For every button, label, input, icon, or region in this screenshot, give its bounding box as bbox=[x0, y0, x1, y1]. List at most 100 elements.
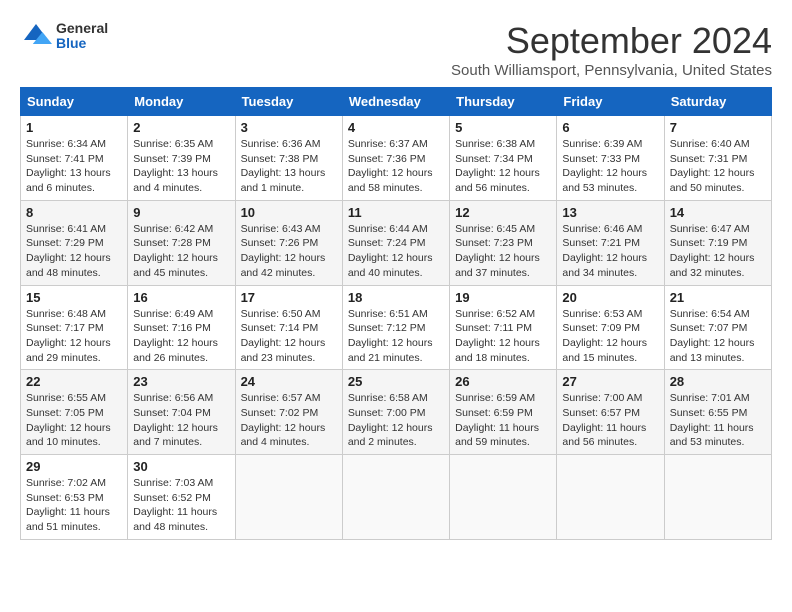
table-row: 1 Sunrise: 6:34 AMSunset: 7:41 PMDaylight… bbox=[21, 116, 128, 201]
day-number: 3 bbox=[241, 120, 337, 135]
day-number: 25 bbox=[348, 374, 444, 389]
calendar-week-4: 22Sunrise: 6:55 AMSunset: 7:05 PMDayligh… bbox=[21, 370, 772, 455]
col-monday: Monday bbox=[128, 88, 235, 116]
day-number: 29 bbox=[26, 459, 122, 474]
day-info: Sunrise: 6:58 AMSunset: 7:00 PMDaylight:… bbox=[348, 391, 444, 450]
day-info: Sunrise: 6:59 AMSunset: 6:59 PMDaylight:… bbox=[455, 391, 551, 450]
day-info: Sunrise: 6:42 AMSunset: 7:28 PMDaylight:… bbox=[133, 222, 229, 281]
col-wednesday: Wednesday bbox=[342, 88, 449, 116]
table-row bbox=[342, 455, 449, 540]
day-number: 24 bbox=[241, 374, 337, 389]
table-row: 15Sunrise: 6:48 AMSunset: 7:17 PMDayligh… bbox=[21, 285, 128, 370]
day-info: Sunrise: 7:02 AMSunset: 6:53 PMDaylight:… bbox=[26, 476, 122, 535]
day-number: 11 bbox=[348, 205, 444, 220]
calendar-week-1: 1 Sunrise: 6:34 AMSunset: 7:41 PMDaylight… bbox=[21, 116, 772, 201]
calendar-week-2: 8 Sunrise: 6:41 AMSunset: 7:29 PMDaylight… bbox=[21, 200, 772, 285]
table-row: 26 Sunrise: 6:59 AMSunset: 6:59 PMDayligh… bbox=[450, 370, 557, 455]
day-info: Sunrise: 6:39 AMSunset: 7:33 PMDaylight:… bbox=[562, 137, 658, 196]
day-number: 8 bbox=[26, 205, 122, 220]
day-info: Sunrise: 6:53 AMSunset: 7:09 PMDaylight:… bbox=[562, 307, 658, 366]
day-info: Sunrise: 6:54 AMSunset: 7:07 PMDaylight:… bbox=[670, 307, 766, 366]
title-area: September 2024 South Williamsport, Penns… bbox=[451, 20, 772, 79]
logo-icon bbox=[20, 20, 52, 52]
day-info: Sunrise: 6:43 AMSunset: 7:26 PMDaylight:… bbox=[241, 222, 337, 281]
day-number: 5 bbox=[455, 120, 551, 135]
table-row bbox=[450, 455, 557, 540]
table-row: 14 Sunrise: 6:47 AMSunset: 7:19 PMDayligh… bbox=[664, 200, 771, 285]
table-row: 20 Sunrise: 6:53 AMSunset: 7:09 PMDayligh… bbox=[557, 285, 664, 370]
day-info: Sunrise: 6:38 AMSunset: 7:34 PMDaylight:… bbox=[455, 137, 551, 196]
table-row: 18Sunrise: 6:51 AMSunset: 7:12 PMDayligh… bbox=[342, 285, 449, 370]
day-info: Sunrise: 7:01 AMSunset: 6:55 PMDaylight:… bbox=[670, 391, 766, 450]
day-number: 12 bbox=[455, 205, 551, 220]
day-number: 4 bbox=[348, 120, 444, 135]
logo-blue: Blue bbox=[56, 36, 108, 51]
table-row: 13 Sunrise: 6:46 AMSunset: 7:21 PMDayligh… bbox=[557, 200, 664, 285]
day-info: Sunrise: 6:55 AMSunset: 7:05 PMDaylight:… bbox=[26, 391, 122, 450]
day-info: Sunrise: 6:35 AMSunset: 7:39 PMDaylight:… bbox=[133, 137, 229, 196]
day-info: Sunrise: 6:48 AMSunset: 7:17 PMDaylight:… bbox=[26, 307, 122, 366]
day-info: Sunrise: 6:49 AMSunset: 7:16 PMDaylight:… bbox=[133, 307, 229, 366]
day-number: 30 bbox=[133, 459, 229, 474]
table-row: 29 Sunrise: 7:02 AMSunset: 6:53 PMDayligh… bbox=[21, 455, 128, 540]
table-row: 21 Sunrise: 6:54 AMSunset: 7:07 PMDayligh… bbox=[664, 285, 771, 370]
table-row: 6Sunrise: 6:39 AMSunset: 7:33 PMDaylight… bbox=[557, 116, 664, 201]
col-saturday: Saturday bbox=[664, 88, 771, 116]
day-number: 13 bbox=[562, 205, 658, 220]
table-row: 11 Sunrise: 6:44 AMSunset: 7:24 PMDayligh… bbox=[342, 200, 449, 285]
col-sunday: Sunday bbox=[21, 88, 128, 116]
table-row bbox=[664, 455, 771, 540]
calendar-week-5: 29 Sunrise: 7:02 AMSunset: 6:53 PMDayligh… bbox=[21, 455, 772, 540]
day-number: 17 bbox=[241, 290, 337, 305]
col-tuesday: Tuesday bbox=[235, 88, 342, 116]
table-row: 27 Sunrise: 7:00 AMSunset: 6:57 PMDayligh… bbox=[557, 370, 664, 455]
day-number: 10 bbox=[241, 205, 337, 220]
day-number: 14 bbox=[670, 205, 766, 220]
day-number: 26 bbox=[455, 374, 551, 389]
day-number: 7 bbox=[670, 120, 766, 135]
day-number: 28 bbox=[670, 374, 766, 389]
day-number: 18 bbox=[348, 290, 444, 305]
table-row: 12 Sunrise: 6:45 AMSunset: 7:23 PMDayligh… bbox=[450, 200, 557, 285]
day-info: Sunrise: 6:47 AMSunset: 7:19 PMDaylight:… bbox=[670, 222, 766, 281]
table-row: 5 Sunrise: 6:38 AMSunset: 7:34 PMDaylight… bbox=[450, 116, 557, 201]
day-number: 27 bbox=[562, 374, 658, 389]
table-row: 24Sunrise: 6:57 AMSunset: 7:02 PMDayligh… bbox=[235, 370, 342, 455]
calendar: Sunday Monday Tuesday Wednesday Thursday… bbox=[20, 87, 772, 540]
logo-text: General Blue bbox=[56, 21, 108, 52]
day-info: Sunrise: 6:34 AMSunset: 7:41 PMDaylight:… bbox=[26, 137, 122, 196]
logo: General Blue bbox=[20, 20, 108, 52]
day-info: Sunrise: 6:45 AMSunset: 7:23 PMDaylight:… bbox=[455, 222, 551, 281]
day-info: Sunrise: 6:46 AMSunset: 7:21 PMDaylight:… bbox=[562, 222, 658, 281]
table-row: 8 Sunrise: 6:41 AMSunset: 7:29 PMDaylight… bbox=[21, 200, 128, 285]
table-row bbox=[557, 455, 664, 540]
day-number: 19 bbox=[455, 290, 551, 305]
header: General Blue September 2024 South Willia… bbox=[20, 20, 772, 79]
table-row: 17Sunrise: 6:50 AMSunset: 7:14 PMDayligh… bbox=[235, 285, 342, 370]
day-number: 2 bbox=[133, 120, 229, 135]
table-row bbox=[235, 455, 342, 540]
day-info: Sunrise: 6:52 AMSunset: 7:11 PMDaylight:… bbox=[455, 307, 551, 366]
table-row: 25 Sunrise: 6:58 AMSunset: 7:00 PMDayligh… bbox=[342, 370, 449, 455]
day-number: 9 bbox=[133, 205, 229, 220]
day-number: 20 bbox=[562, 290, 658, 305]
day-info: Sunrise: 7:00 AMSunset: 6:57 PMDaylight:… bbox=[562, 391, 658, 450]
day-info: Sunrise: 6:37 AMSunset: 7:36 PMDaylight:… bbox=[348, 137, 444, 196]
month-title: September 2024 bbox=[451, 20, 772, 62]
day-number: 21 bbox=[670, 290, 766, 305]
subtitle: South Williamsport, Pennsylvania, United… bbox=[451, 62, 772, 79]
day-number: 23 bbox=[133, 374, 229, 389]
table-row: 4 Sunrise: 6:37 AMSunset: 7:36 PMDaylight… bbox=[342, 116, 449, 201]
day-info: Sunrise: 6:56 AMSunset: 7:04 PMDaylight:… bbox=[133, 391, 229, 450]
day-info: Sunrise: 6:36 AMSunset: 7:38 PMDaylight:… bbox=[241, 137, 337, 196]
table-row: 9 Sunrise: 6:42 AMSunset: 7:28 PMDaylight… bbox=[128, 200, 235, 285]
table-row: 19 Sunrise: 6:52 AMSunset: 7:11 PMDayligh… bbox=[450, 285, 557, 370]
table-row: 2 Sunrise: 6:35 AMSunset: 7:39 PMDaylight… bbox=[128, 116, 235, 201]
day-number: 1 bbox=[26, 120, 122, 135]
table-row: 10 Sunrise: 6:43 AMSunset: 7:26 PMDayligh… bbox=[235, 200, 342, 285]
calendar-header-row: Sunday Monday Tuesday Wednesday Thursday… bbox=[21, 88, 772, 116]
day-info: Sunrise: 6:41 AMSunset: 7:29 PMDaylight:… bbox=[26, 222, 122, 281]
day-info: Sunrise: 6:44 AMSunset: 7:24 PMDaylight:… bbox=[348, 222, 444, 281]
table-row: 30Sunrise: 7:03 AMSunset: 6:52 PMDayligh… bbox=[128, 455, 235, 540]
col-thursday: Thursday bbox=[450, 88, 557, 116]
